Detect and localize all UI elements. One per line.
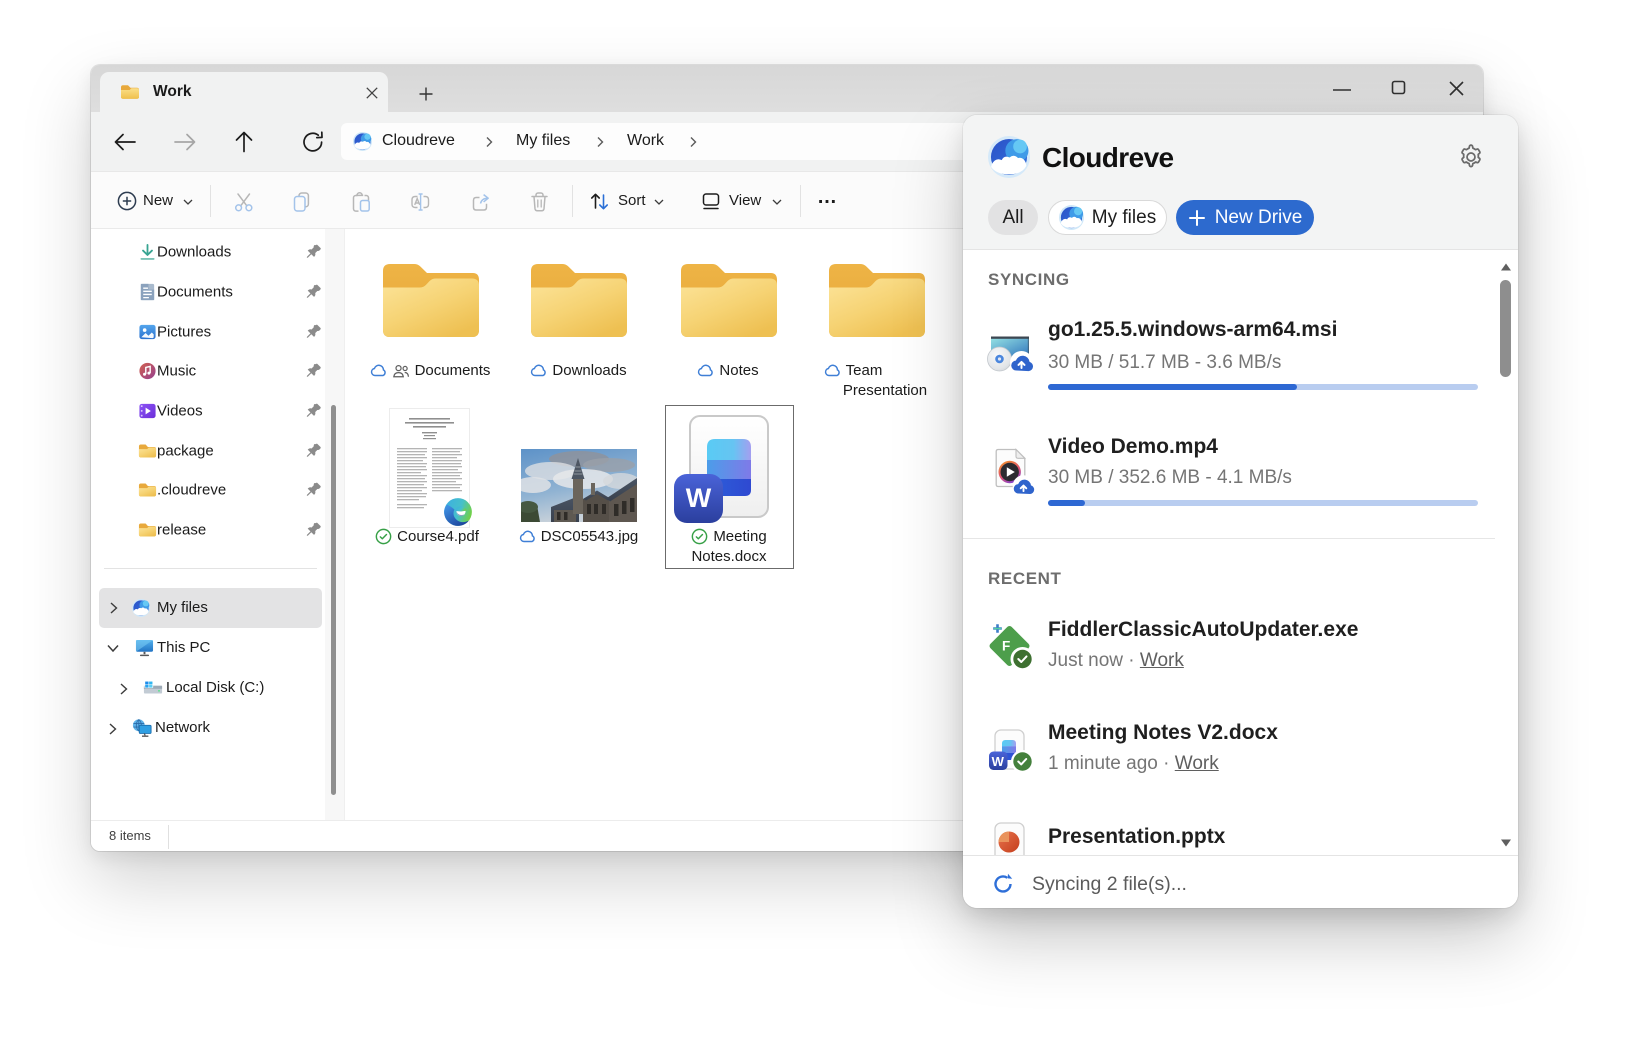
svg-text:F: F <box>1002 639 1010 654</box>
svg-text:W: W <box>992 754 1005 769</box>
